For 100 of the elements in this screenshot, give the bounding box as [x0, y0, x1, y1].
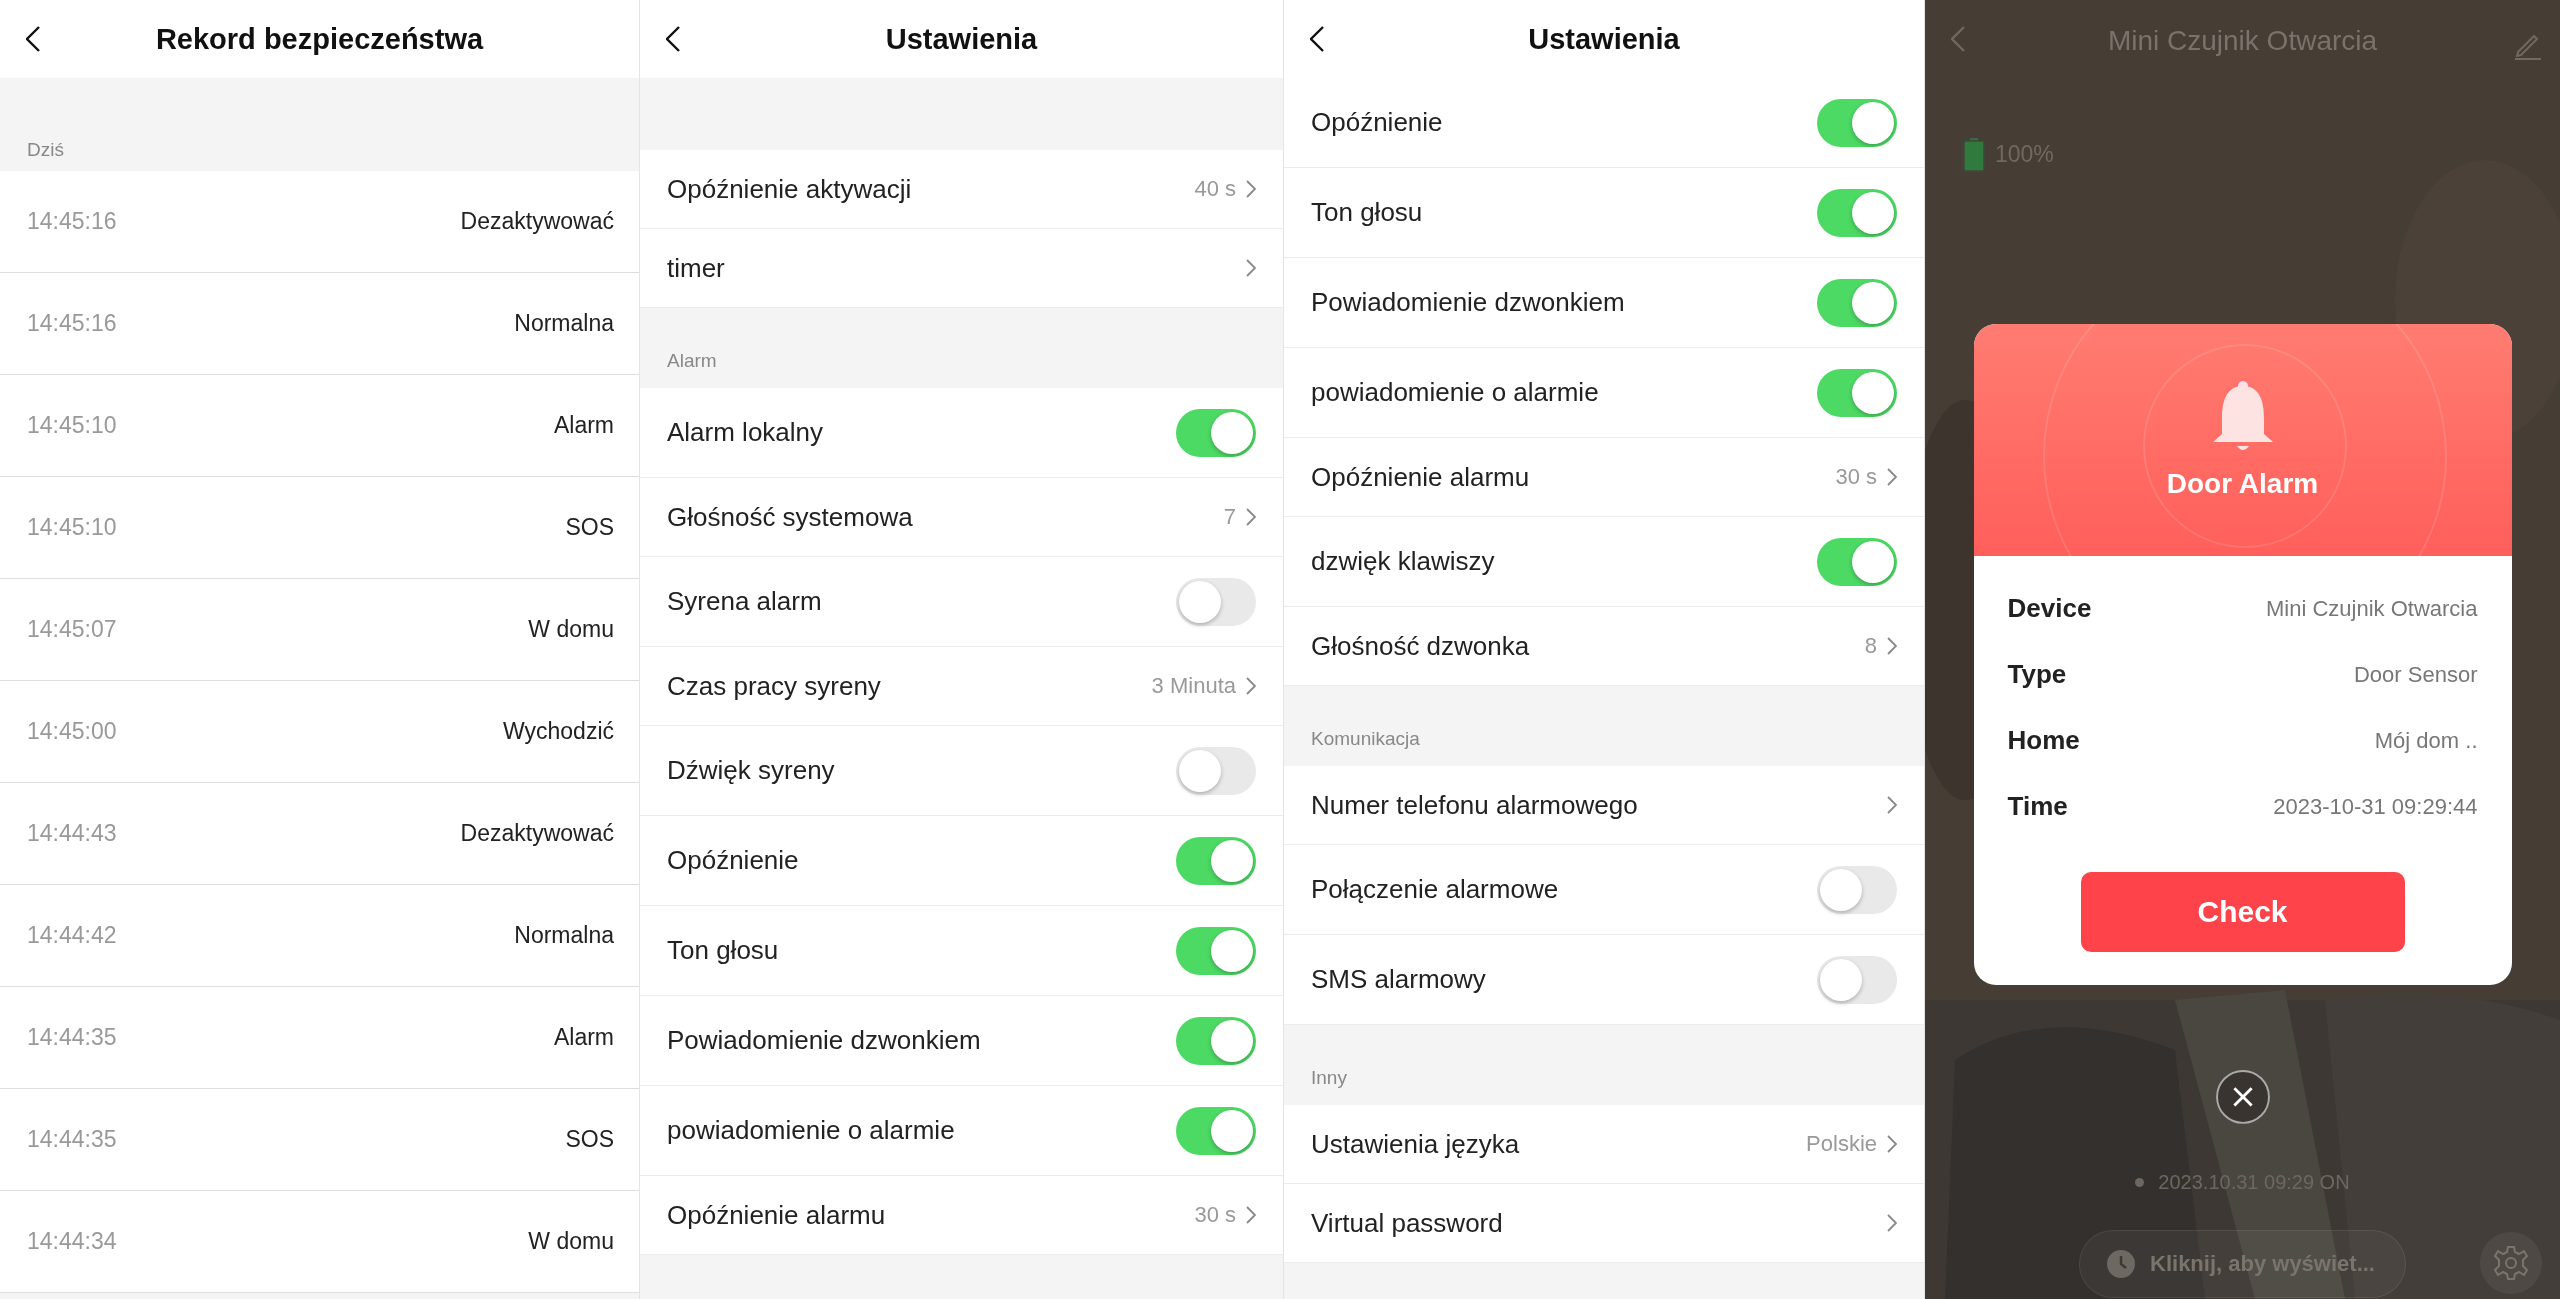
chevron-icon — [1246, 508, 1256, 526]
record-time: 14:45:07 — [27, 616, 117, 643]
settings-row[interactable]: Opóźnienie alarmu 30 s — [640, 1176, 1283, 1255]
setting-label: Połączenie alarmowe — [1311, 874, 1560, 905]
toggle-switch[interactable] — [1817, 955, 1897, 1004]
record-time: 14:45:00 — [27, 718, 117, 745]
setting-value: Polskie — [1806, 1131, 1877, 1157]
settings-row[interactable]: Ustawienia języka Polskie — [1284, 1105, 1924, 1184]
battery-icon — [1963, 137, 1985, 172]
back-icon[interactable] — [1310, 26, 1324, 52]
record-event: Alarm — [553, 1024, 614, 1051]
history-row[interactable]: 14:45:10 SOS — [0, 477, 639, 579]
toggle-switch[interactable] — [1817, 368, 1897, 417]
setting-label: Powiadomienie dzwonkiem — [667, 1025, 982, 1056]
history-row[interactable]: 14:44:34 W domu — [0, 1191, 639, 1293]
toggle-switch[interactable] — [1817, 865, 1897, 914]
history-row[interactable]: 14:45:10 Alarm — [0, 375, 639, 477]
settings-row[interactable]: Opóźnienie aktywacji 40 s — [640, 150, 1283, 229]
settings-row[interactable]: timer — [640, 229, 1283, 308]
record-time: 14:45:10 — [27, 412, 117, 439]
settings-row[interactable]: Czas pracy syreny 3 Minuta — [640, 647, 1283, 726]
setting-label: powiadomienie o alarmie — [667, 1115, 956, 1146]
history-row[interactable]: 14:44:42 Normalna — [0, 885, 639, 987]
record-event: SOS — [565, 514, 614, 541]
record-event: Normalna — [514, 310, 614, 337]
toggle-switch[interactable] — [1817, 188, 1897, 237]
history-row[interactable]: 14:44:43 Dezaktywować — [0, 783, 639, 885]
history-row[interactable]: 14:45:16 Dezaktywować — [0, 171, 639, 273]
clock-icon — [2106, 1249, 2136, 1280]
setting-label: Virtual password — [1311, 1207, 1504, 1239]
toggle-switch[interactable] — [1176, 836, 1256, 885]
close-icon[interactable] — [2213, 1069, 2272, 1125]
setting-label: SMS alarmowy — [1311, 964, 1487, 995]
chevron-icon — [1887, 796, 1897, 814]
setting-label: Alarm lokalny — [667, 417, 825, 448]
history-row[interactable]: 14:44:35 SOS — [0, 1089, 639, 1191]
record-time: 14:44:34 — [27, 1228, 117, 1255]
history-row[interactable]: 14:44:35 Alarm — [0, 987, 639, 1089]
toggle-switch[interactable] — [1817, 98, 1897, 147]
screen-title: Ustawienia — [885, 22, 1038, 56]
history-row[interactable]: 14:45:00 Wychodzić — [0, 681, 639, 783]
screen-title: Rekord bezpieczeństwa — [155, 22, 484, 56]
record-event: W domu — [528, 616, 614, 643]
field-label: Home — [2007, 725, 2080, 757]
setting-value: 40 s — [1194, 176, 1236, 202]
toggle-switch[interactable] — [1176, 577, 1256, 626]
toggle-switch[interactable] — [1817, 278, 1897, 327]
setting-label: Opóźnienie aktywacji — [667, 173, 913, 205]
setting-label: dzwięk klawiszy — [1311, 546, 1496, 577]
dialog-title: Door Alarm — [2166, 467, 2319, 500]
setting-value: 30 s — [1194, 1202, 1236, 1228]
toggle-switch[interactable] — [1176, 1106, 1256, 1155]
field-value: Mini Czujnik Otwarcia — [2266, 595, 2478, 622]
record-event: SOS — [565, 1126, 614, 1153]
settings-row[interactable]: Głośność systemowa 7 — [640, 478, 1283, 557]
chevron-icon — [1246, 1206, 1256, 1224]
settings-row[interactable]: Opóźnienie alarmu 30 s — [1284, 438, 1924, 517]
record-event: W domu — [528, 1228, 614, 1255]
record-event: Wychodzić — [503, 718, 614, 745]
toggle-switch[interactable] — [1176, 926, 1256, 975]
toggle-switch[interactable] — [1176, 1016, 1256, 1065]
settings-row[interactable]: Głośność dzwonka 8 — [1284, 607, 1924, 686]
record-time: 14:44:35 — [27, 1126, 117, 1153]
field-label: Device — [2007, 593, 2092, 625]
chevron-icon — [1246, 180, 1256, 198]
toggle-switch[interactable] — [1176, 746, 1256, 795]
field-label: Time — [2007, 791, 2068, 823]
toggle-switch[interactable] — [1176, 408, 1256, 457]
record-event: Dezaktywować — [460, 208, 614, 235]
record-time: 14:44:43 — [27, 820, 117, 847]
setting-label: Opóźnienie alarmu — [667, 1199, 887, 1231]
setting-label: Ustawienia języka — [1311, 1128, 1521, 1160]
settings-icon — [2493, 1244, 2529, 1281]
record-event: Normalna — [514, 922, 614, 949]
chevron-icon — [1246, 259, 1256, 277]
toggle-switch[interactable] — [1817, 537, 1897, 586]
setting-label: Ton głosu — [667, 935, 780, 966]
setting-label: powiadomienie o alarmie — [1311, 377, 1600, 408]
settings-row[interactable]: Virtual password — [1284, 1184, 1924, 1263]
setting-label: Dźwięk syreny — [667, 755, 836, 786]
chevron-icon — [1887, 1214, 1897, 1232]
chevron-icon — [1246, 677, 1256, 695]
chevron-icon — [1887, 468, 1897, 486]
record-event: Alarm — [553, 412, 614, 439]
back-icon[interactable] — [26, 26, 40, 52]
history-row[interactable]: 14:45:07 W domu — [0, 579, 639, 681]
back-icon[interactable] — [666, 26, 680, 52]
record-time: 14:45:16 — [27, 208, 117, 235]
setting-value: 30 s — [1835, 464, 1877, 490]
record-event: Dezaktywować — [460, 820, 614, 847]
history-row[interactable]: 14:45:16 Normalna — [0, 273, 639, 375]
record-time: 14:45:10 — [27, 514, 117, 541]
field-value: Door Sensor — [2354, 661, 2478, 688]
setting-label: Opóźnienie — [667, 845, 800, 876]
settings-row[interactable]: Numer telefonu alarmowego — [1284, 766, 1924, 845]
setting-label: Ton głosu — [1311, 197, 1424, 228]
setting-value: 8 — [1864, 633, 1877, 659]
field-label: Type — [2007, 659, 2067, 691]
setting-value: 7 — [1223, 504, 1236, 530]
field-value: 2023-10-31 09:29:44 — [2273, 793, 2478, 820]
